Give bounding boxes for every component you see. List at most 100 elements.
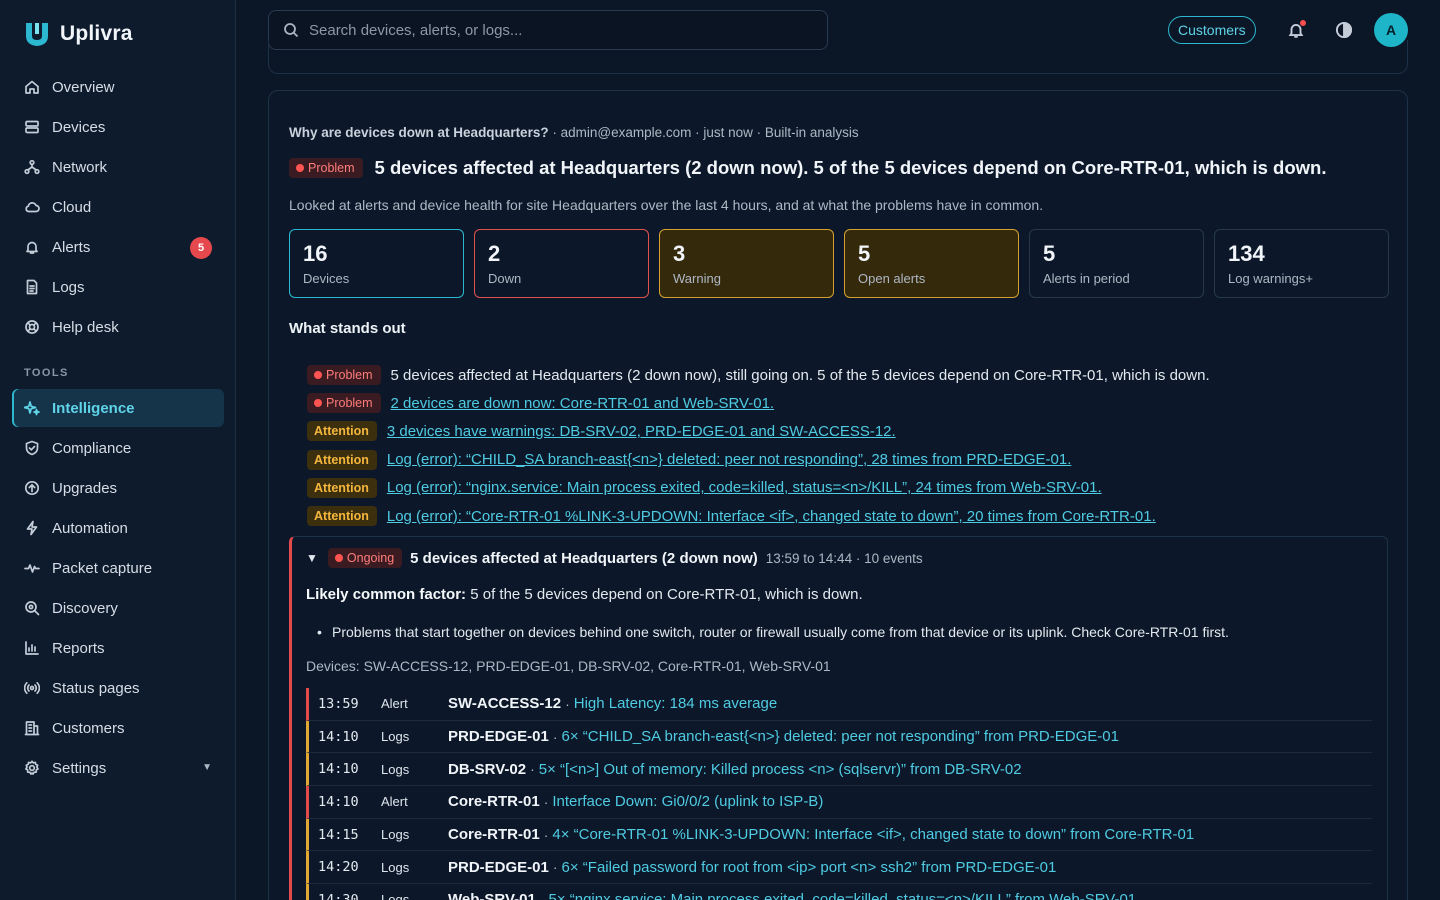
- event-message-link[interactable]: 5× “[<n>] Out of memory: Killed process …: [539, 761, 1022, 778]
- nav-item-discovery[interactable]: Discovery: [12, 589, 224, 627]
- nav-label: Customers: [52, 719, 125, 737]
- nav-label: Automation: [52, 519, 128, 537]
- status-badge: Problem: [307, 365, 381, 386]
- event-time: 14:20: [318, 859, 359, 876]
- incident-meta: 13:59 to 14:44 · 10 events: [765, 550, 923, 566]
- shield-icon: [24, 440, 40, 456]
- event-timeline: 13:59 Alert SW-ACCESS-12 · High Latency: …: [306, 688, 1372, 900]
- nav-item-settings[interactable]: Settings ▼: [12, 749, 224, 787]
- search-input[interactable]: [309, 21, 809, 39]
- finding-link[interactable]: Log (error): “nginx.service: Main proces…: [387, 479, 1102, 496]
- event-message-link[interactable]: 4× “Core-RTR-01 %LINK-3-UPDOWN: Interfac…: [552, 826, 1194, 843]
- timeline-row[interactable]: 14:20 Logs PRD-EDGE-01 · 6× “Failed passw…: [306, 851, 1372, 885]
- status-badge-label: Problem: [326, 368, 373, 383]
- nav-item-alerts[interactable]: Alerts 5: [12, 228, 224, 266]
- nav-label: Network: [52, 158, 108, 176]
- event-device: PRD-EDGE-01: [448, 728, 549, 746]
- nav-item-help-desk[interactable]: Help desk: [12, 308, 224, 346]
- tools-section-label: TOOLS: [24, 367, 69, 379]
- finding-item: Attention Log (error): “nginx.service: M…: [307, 474, 1210, 502]
- event-time: 14:15: [318, 826, 359, 843]
- building-icon: [24, 720, 40, 736]
- event-message-link[interactable]: High Latency: 184 ms average: [574, 695, 777, 712]
- common-factor: Likely common factor: 5 of the 5 devices…: [306, 586, 863, 603]
- nav-item-upgrades[interactable]: Upgrades: [12, 469, 224, 507]
- nav-label: Compliance: [52, 439, 132, 457]
- event-time: 13:59: [318, 695, 359, 712]
- event-type: Logs: [381, 827, 410, 843]
- attention-badge: Attention: [307, 449, 377, 470]
- finding-link[interactable]: 3 devices have warnings: DB-SRV-02, PRD-…: [387, 423, 896, 440]
- event-message-link[interactable]: Interface Down: Gi0/0/2 (uplink to ISP-B…: [552, 793, 823, 810]
- stat-label: Open alerts: [858, 271, 926, 286]
- event-time: 14:10: [318, 793, 359, 810]
- collapse-triangle-icon[interactable]: ▼: [306, 551, 318, 565]
- ongoing-badge: Ongoing: [327, 548, 403, 568]
- event-type: Logs: [381, 892, 410, 900]
- nav-item-intelligence[interactable]: Intelligence: [12, 389, 224, 427]
- stat-open-alerts[interactable]: 5 Open alerts: [844, 229, 1019, 298]
- stat-value: 5: [1043, 241, 1056, 266]
- timeline-row[interactable]: 13:59 Alert SW-ACCESS-12 · High Latency: …: [306, 688, 1372, 721]
- nav-item-status-pages[interactable]: Status pages: [12, 669, 224, 707]
- standout-heading: What stands out: [289, 320, 406, 337]
- app-name: Uplivra: [60, 22, 133, 45]
- notifications-button[interactable]: [1286, 20, 1306, 40]
- stat-devices[interactable]: 16 Devices: [289, 229, 464, 298]
- nav-label: Settings: [52, 759, 107, 777]
- stat-label: Log warnings+: [1228, 271, 1313, 286]
- nav-item-compliance[interactable]: Compliance: [12, 429, 224, 467]
- stat-alerts-in-period[interactable]: 5 Alerts in period: [1029, 229, 1204, 298]
- event-message-link[interactable]: 5× “nginx.service: Main process exited, …: [548, 891, 1136, 900]
- event-message-link[interactable]: 6× “CHILD_SA branch-east{<n>} deleted: p…: [562, 728, 1119, 745]
- timeline-row[interactable]: 14:30 Logs Web-SRV-01 · 5× “nginx.service…: [306, 884, 1372, 900]
- event-device: Core-RTR-01: [448, 793, 540, 811]
- finding-link[interactable]: Log (error): “Core-RTR-01 %LINK-3-UPDOWN…: [387, 508, 1156, 525]
- timeline-row[interactable]: 14:10 Logs PRD-EDGE-01 · 6× “CHILD_SA bra…: [306, 720, 1372, 754]
- event-device: DB-SRV-02: [448, 760, 527, 778]
- event-message-link[interactable]: 6× “Failed password for root from <ip> p…: [562, 859, 1057, 876]
- nav-item-reports[interactable]: Reports: [12, 629, 224, 667]
- stat-value: 16: [303, 241, 328, 266]
- status-dot-icon: [334, 554, 343, 562]
- cloud-icon: [24, 199, 40, 215]
- theme-toggle-button[interactable]: [1334, 20, 1354, 40]
- nav-item-cloud[interactable]: Cloud: [12, 188, 224, 226]
- timeline-row[interactable]: 14:15 Logs Core-RTR-01 · 4× “Core-RTR-01 …: [306, 818, 1372, 852]
- network-icon: [24, 159, 40, 175]
- nav-label: Reports: [52, 639, 105, 657]
- finding-link[interactable]: 2 devices are down now: Core-RTR-01 and …: [391, 395, 775, 412]
- stat-down[interactable]: 2 Down: [474, 229, 649, 298]
- event-time: 14:10: [318, 728, 359, 745]
- main-nav: Overview Devices Network Cloud Alerts 5 …: [12, 68, 224, 348]
- discovery-icon: [24, 600, 40, 616]
- nav-item-logs[interactable]: Logs: [12, 268, 224, 306]
- nav-label: Intelligence: [52, 399, 135, 417]
- stats-row: 16 Devices 2 Down 3 Warning 5 Open alert…: [289, 229, 1389, 298]
- uplivra-logo-icon: [26, 23, 48, 46]
- nav-item-automation[interactable]: Automation: [12, 509, 224, 547]
- timeline-row[interactable]: 14:10 Logs DB-SRV-02 · 5× “[<n>] Out of m…: [306, 753, 1372, 787]
- nav-item-packet-capture[interactable]: Packet capture: [12, 549, 224, 587]
- status-dot-icon: [296, 164, 304, 172]
- status-badge-label: Problem: [326, 396, 373, 411]
- search-icon: [284, 23, 299, 38]
- sparkle-icon: [24, 400, 40, 416]
- nav-label: Overview: [52, 78, 115, 96]
- tools-nav: Intelligence Compliance Upgrades Automat…: [12, 389, 224, 789]
- nav-item-overview[interactable]: Overview: [12, 68, 224, 106]
- nav-item-customers[interactable]: Customers: [12, 709, 224, 747]
- brand[interactable]: Uplivra: [24, 20, 133, 48]
- nav-item-devices[interactable]: Devices: [12, 108, 224, 146]
- stat-warning[interactable]: 3 Warning: [659, 229, 834, 298]
- chevron-down-icon[interactable]: ▼: [202, 762, 212, 773]
- status-dot-icon: [314, 399, 322, 408]
- nav-label: Cloud: [52, 198, 92, 216]
- stat-log-warnings[interactable]: 134 Log warnings+: [1214, 229, 1389, 298]
- stat-label: Alerts in period: [1043, 271, 1130, 286]
- nav-item-network[interactable]: Network: [12, 148, 224, 186]
- recommendation-bullet: Problems that start together on devices …: [317, 624, 1229, 640]
- timeline-row[interactable]: 14:10 Alert Core-RTR-01 · Interface Down:…: [306, 786, 1372, 819]
- finding-link[interactable]: Log (error): “CHILD_SA branch-east{<n>} …: [387, 451, 1072, 468]
- incident-header[interactable]: ▼ Ongoing 5 devices affected at Headquar…: [306, 548, 923, 568]
